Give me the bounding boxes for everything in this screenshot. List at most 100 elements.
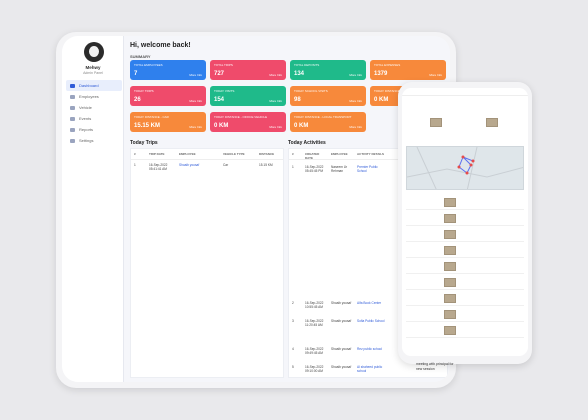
activity-photo <box>444 278 456 287</box>
list-item[interactable] <box>406 244 524 258</box>
cell-created-date: 16-Sep-2022 10:55:45 AM <box>305 301 324 309</box>
phone-screen <box>402 88 528 356</box>
sidebar: Mehwy Admin Panel Dashboard Employees Ve… <box>62 36 124 382</box>
sidebar-item-label: Events <box>79 116 92 121</box>
trips-table: # TRIP DATE EMPLOYEE VEHICLE TYPE DISTAN… <box>130 148 284 378</box>
list-item[interactable] <box>406 308 524 322</box>
report-icon <box>70 127 75 132</box>
cell-activity-link[interactable]: Sofia Public School <box>357 319 385 323</box>
list-item[interactable] <box>406 260 524 274</box>
route-map[interactable] <box>406 146 524 190</box>
activity-photo <box>444 326 456 335</box>
cell-activity-link[interactable]: Rez public school <box>357 347 385 351</box>
list-item[interactable] <box>406 324 524 338</box>
sidebar-item-reports[interactable]: Reports <box>66 124 122 135</box>
card-total-deposits[interactable]: TOTAL DEPOSITS 134 More Info <box>290 60 366 80</box>
more-info-link[interactable]: More Info <box>349 99 362 103</box>
list-item[interactable] <box>406 196 524 210</box>
map-route-icon <box>407 147 523 189</box>
activity-photo <box>430 118 442 127</box>
card-label: TODAY Distance - Car <box>134 115 169 119</box>
more-info-link[interactable]: More Info <box>189 99 202 103</box>
cell-employee: Shoaib yousaf <box>331 301 352 305</box>
more-info-link[interactable]: More Info <box>269 125 282 129</box>
trips-header-row: # TRIP DATE EMPLOYEE VEHICLE TYPE DISTAN… <box>131 152 283 160</box>
activities-title: Today Activities <box>288 140 326 146</box>
more-info-link[interactable]: More Info <box>269 99 282 103</box>
list-item[interactable] <box>406 276 524 290</box>
card-label: TOTAL EXPENSES <box>374 63 401 67</box>
user-role: Admin Panel <box>83 71 103 75</box>
card-label: TOTAL DEPOSITS <box>294 63 320 67</box>
card-today-visits[interactable]: TODAY VISITS 154 More Info <box>210 86 286 106</box>
activity-photo <box>444 246 456 255</box>
summary-heading: SUMMARY <box>130 54 151 59</box>
cell-index: 1 <box>134 163 136 167</box>
cell-employee: Shoaib yousaf <box>331 347 352 351</box>
cell-employee: Shoaib yousaf <box>331 365 352 369</box>
calendar-icon <box>70 116 75 121</box>
activity-note: meeting with principal for new session <box>416 362 454 371</box>
phone-frame <box>398 82 532 364</box>
card-today-school-visits[interactable]: TODAY SCHOOL VISITS 98 More Info <box>290 86 366 106</box>
sidebar-item-dashboard[interactable]: Dashboard <box>66 80 122 91</box>
sidebar-item-events[interactable]: Events <box>66 113 122 124</box>
card-label: TODAY Distance - Local Transport <box>294 115 352 119</box>
activity-photo <box>486 118 498 127</box>
gear-icon <box>70 138 75 143</box>
card-label: TOTAL EMPLOYEES <box>134 63 163 67</box>
card-distance-local-transport[interactable]: TODAY Distance - Local Transport 0 KM Mo… <box>290 112 366 132</box>
sidebar-item-employees[interactable]: Employees <box>66 91 122 102</box>
card-distance-car[interactable]: TODAY Distance - Car 15.15 KM More Info <box>130 112 206 132</box>
card-distance-office-vehicle[interactable]: TODAY Distance - Office Vehicle 0 KM Mor… <box>210 112 286 132</box>
sidebar-item-label: Vehicle <box>79 105 92 110</box>
cell-index: 2 <box>292 301 294 305</box>
sidebar-item-label: Reports <box>79 127 94 132</box>
dashboard-icon <box>70 83 75 88</box>
more-info-link[interactable]: More Info <box>429 73 442 77</box>
cell-created-date: 16-Sep-2022 05:45:45 PM <box>305 165 324 173</box>
card-total-employees[interactable]: TOTAL EMPLOYEES 7 More Info <box>130 60 206 80</box>
avatar[interactable] <box>84 42 104 62</box>
card-today-trips[interactable]: TODAY TRIPS 26 More Info <box>130 86 206 106</box>
table-row[interactable]: 1 16-Sep-2022 05:41:41 AM Shoaib yousaf … <box>131 161 283 175</box>
card-label: TOTAL TRIPS <box>214 63 233 67</box>
sidebar-item-label: Employees <box>79 94 99 99</box>
more-info-link[interactable]: More Info <box>349 125 362 129</box>
cell-activity-link[interactable]: Alfa Book Center <box>357 301 385 305</box>
cell-created-date: 16-Sep-2022 09:49:45 AM <box>305 347 324 355</box>
card-total-trips[interactable]: TOTAL TRIPS 727 More Info <box>210 60 286 80</box>
cell-activity-link[interactable]: Al shaheed public school <box>357 365 385 373</box>
sidebar-item-vehicle[interactable]: Vehicle <box>66 102 122 113</box>
cell-activity-link[interactable]: Premier Public School <box>357 165 385 173</box>
column-header: EMPLOYEE <box>179 152 196 156</box>
cell-index: 3 <box>292 319 294 323</box>
column-header: # <box>292 152 294 156</box>
activity-photo <box>444 198 456 207</box>
sidebar-item-settings[interactable]: Settings <box>66 135 122 146</box>
column-header: VEHICLE TYPE <box>223 152 245 156</box>
more-info-link[interactable]: More Info <box>349 73 362 77</box>
more-info-link[interactable]: More Info <box>269 73 282 77</box>
column-header: CREATED DATE <box>305 152 320 160</box>
card-label: TODAY SCHOOL VISITS <box>294 89 328 93</box>
cell-employee: Naseem Ur Rehman <box>331 165 348 173</box>
trips-title: Today Trips <box>130 140 158 146</box>
activity-photo <box>444 262 456 271</box>
cell-created-date: 16-Sep-2022 11:20:45 AM <box>305 319 324 327</box>
cell-employee-link[interactable]: Shoaib yousaf <box>179 163 199 167</box>
card-label: TODAY TRIPS <box>134 89 154 93</box>
more-info-link[interactable]: More Info <box>189 125 202 129</box>
sidebar-nav: Dashboard Employees Vehicle Events Repor… <box>66 80 122 146</box>
cell-employee: Shoaib yousaf <box>331 319 352 323</box>
list-item[interactable] <box>406 212 524 226</box>
card-total-expenses[interactable]: TOTAL EXPENSES 1379 More Info <box>370 60 446 80</box>
users-icon <box>70 94 75 99</box>
more-info-link[interactable]: More Info <box>189 73 202 77</box>
car-icon <box>70 105 75 110</box>
activity-photo <box>444 230 456 239</box>
list-item[interactable] <box>406 292 524 306</box>
phone-topbar <box>402 88 528 96</box>
list-item[interactable] <box>406 228 524 242</box>
avatar-face-icon <box>89 46 99 57</box>
